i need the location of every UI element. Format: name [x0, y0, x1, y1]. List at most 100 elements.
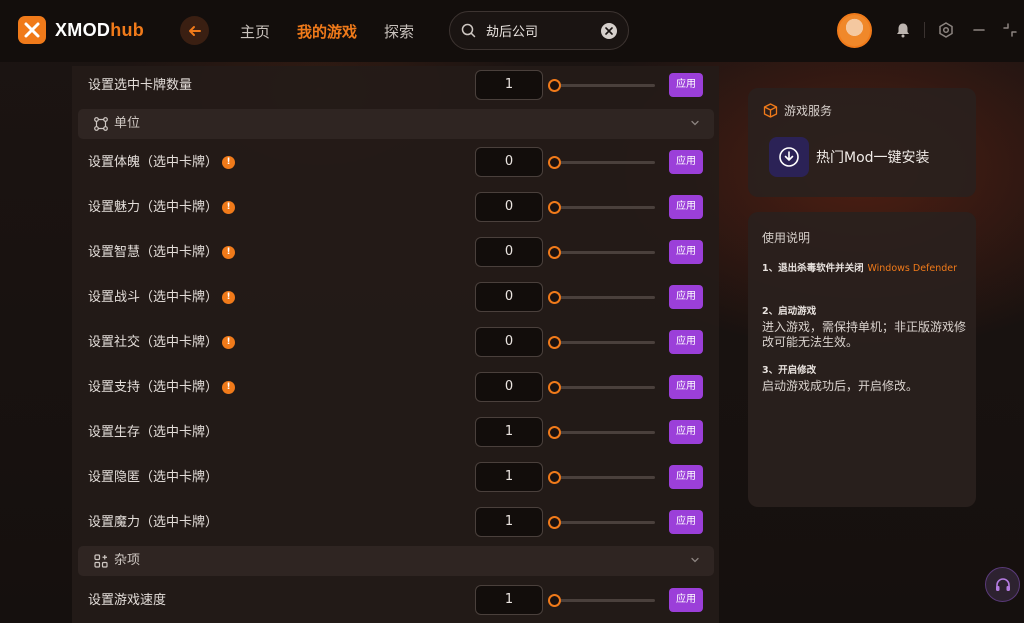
search-input[interactable]: 劫后公司	[449, 11, 629, 50]
search-icon	[461, 23, 476, 38]
mod-value-input[interactable]: 1	[475, 585, 543, 615]
slider-track[interactable]	[552, 341, 655, 344]
mod-value-input[interactable]: 0	[475, 147, 543, 177]
mod-label: 设置战斗（选中卡牌）	[88, 290, 219, 305]
slider-track[interactable]	[552, 206, 655, 209]
mod-value-input[interactable]: 1	[475, 462, 543, 492]
apply-button[interactable]: 应用	[669, 150, 703, 174]
apply-button[interactable]: 应用	[669, 510, 703, 534]
app-name: XMODhub	[55, 20, 144, 41]
brand-name: XMOD	[55, 19, 111, 40]
step-description: 启动游戏成功后，开启修改。	[762, 379, 919, 393]
step-description: 进入游戏，需保持单机；非正版游戏修改可能无法生效。	[762, 320, 967, 349]
one-click-install-label[interactable]: 热门Mod一键安装	[816, 147, 930, 167]
warning-icon[interactable]: !	[222, 156, 235, 169]
instruction-step-3: 3、开启修改 启动游戏成功后，开启修改。	[762, 362, 966, 394]
toolbar-divider	[924, 22, 925, 38]
warning-icon[interactable]: !	[222, 336, 235, 349]
slider-handle[interactable]	[548, 201, 561, 214]
shrink-icon[interactable]	[1002, 22, 1018, 38]
usage-instructions-card: 使用说明 1、退出杀毒软件并关闭 Windows Defender 2、启动游戏…	[748, 212, 976, 507]
slider-handle[interactable]	[548, 516, 561, 529]
slider-handle[interactable]	[548, 471, 561, 484]
one-click-install-button[interactable]	[769, 137, 809, 177]
apply-button[interactable]: 应用	[669, 588, 703, 612]
apply-button[interactable]: 应用	[669, 73, 703, 97]
slider-track[interactable]	[552, 161, 655, 164]
mod-value-input[interactable]: 0	[475, 192, 543, 222]
slider-track[interactable]	[552, 84, 655, 87]
slider-track[interactable]	[552, 251, 655, 254]
apply-button[interactable]: 应用	[669, 420, 703, 444]
mod-row: 设置智慧（选中卡牌）! 0 应用	[72, 230, 719, 275]
mod-value-input[interactable]: 0	[475, 372, 543, 402]
back-button[interactable]	[180, 16, 209, 45]
mod-row: 设置战斗（选中卡牌）! 0 应用	[72, 275, 719, 320]
slider-handle[interactable]	[548, 156, 561, 169]
chevron-down-icon	[691, 557, 699, 563]
apply-button[interactable]: 应用	[669, 465, 703, 489]
mod-label: 设置隐匿（选中卡牌）	[88, 470, 219, 485]
slider-handle[interactable]	[548, 336, 561, 349]
slider-track[interactable]	[552, 599, 655, 602]
app-logo[interactable]: XMODhub	[18, 16, 144, 44]
card-title: 游戏服务	[784, 104, 833, 118]
clear-search-button[interactable]	[601, 23, 617, 39]
mod-value-input[interactable]: 1	[475, 507, 543, 537]
download-icon	[779, 147, 799, 167]
apply-button[interactable]: 应用	[669, 195, 703, 219]
slider-track[interactable]	[552, 431, 655, 434]
mod-row: 设置社交（选中卡牌）! 0 应用	[72, 320, 719, 365]
mod-value-input[interactable]: 1	[475, 417, 543, 447]
slider-handle[interactable]	[548, 594, 561, 607]
mod-label: 设置生存（选中卡牌）	[88, 425, 219, 440]
minimize-icon[interactable]	[972, 22, 986, 38]
section-header-unit[interactable]: 单位	[78, 109, 714, 139]
mod-value-input[interactable]: 0	[475, 327, 543, 357]
settings-icon[interactable]	[938, 22, 954, 38]
apply-button[interactable]: 应用	[669, 330, 703, 354]
package-icon	[763, 103, 778, 118]
nav-my-games[interactable]: 我的游戏	[297, 21, 357, 42]
warning-icon[interactable]: !	[222, 246, 235, 259]
mod-value-input[interactable]: 0	[475, 282, 543, 312]
mod-label: 设置游戏速度	[88, 593, 167, 608]
mod-label: 设置社交（选中卡牌）	[88, 335, 219, 350]
slider-handle[interactable]	[548, 79, 561, 92]
avatar[interactable]	[837, 13, 872, 48]
mod-label: 设置支持（选中卡牌）	[88, 380, 219, 395]
xmod-logo-icon	[18, 16, 46, 44]
mod-label: 设置智慧（选中卡牌）	[88, 245, 219, 260]
slider-track[interactable]	[552, 296, 655, 299]
section-header-misc[interactable]: 杂项	[78, 546, 714, 576]
step-title: 3、开启修改	[762, 365, 817, 376]
mod-value-input[interactable]: 1	[475, 70, 543, 100]
slider-track[interactable]	[552, 476, 655, 479]
warning-icon[interactable]: !	[222, 201, 235, 214]
slider-handle[interactable]	[548, 246, 561, 259]
mod-label: 设置魔力（选中卡牌）	[88, 515, 219, 530]
slider-handle[interactable]	[548, 381, 561, 394]
warning-icon[interactable]: !	[222, 291, 235, 304]
mod-row: 设置体魄（选中卡牌）! 0 应用	[72, 140, 719, 185]
mod-row: 设置支持（选中卡牌）! 0 应用	[72, 365, 719, 410]
apply-button[interactable]: 应用	[669, 240, 703, 264]
step-title: 1、退出杀毒软件并关闭	[762, 263, 864, 274]
notification-icon[interactable]	[895, 22, 911, 38]
warning-icon[interactable]: !	[222, 381, 235, 394]
apply-button[interactable]: 应用	[669, 285, 703, 309]
mod-row: 设置魔力（选中卡牌） 1 应用	[72, 500, 719, 545]
slider-handle[interactable]	[548, 291, 561, 304]
chevron-down-icon	[691, 120, 699, 126]
mod-label: 设置魅力（选中卡牌）	[88, 200, 219, 215]
apply-button[interactable]: 应用	[669, 375, 703, 399]
nav-home[interactable]: 主页	[240, 21, 270, 42]
slider-track[interactable]	[552, 521, 655, 524]
mod-row: 设置生存（选中卡牌） 1 应用	[72, 410, 719, 455]
support-button[interactable]	[985, 567, 1020, 602]
nav-explore[interactable]: 探索	[384, 21, 414, 42]
brand-suffix: hub	[110, 19, 145, 40]
slider-handle[interactable]	[548, 426, 561, 439]
slider-track[interactable]	[552, 386, 655, 389]
mod-value-input[interactable]: 0	[475, 237, 543, 267]
